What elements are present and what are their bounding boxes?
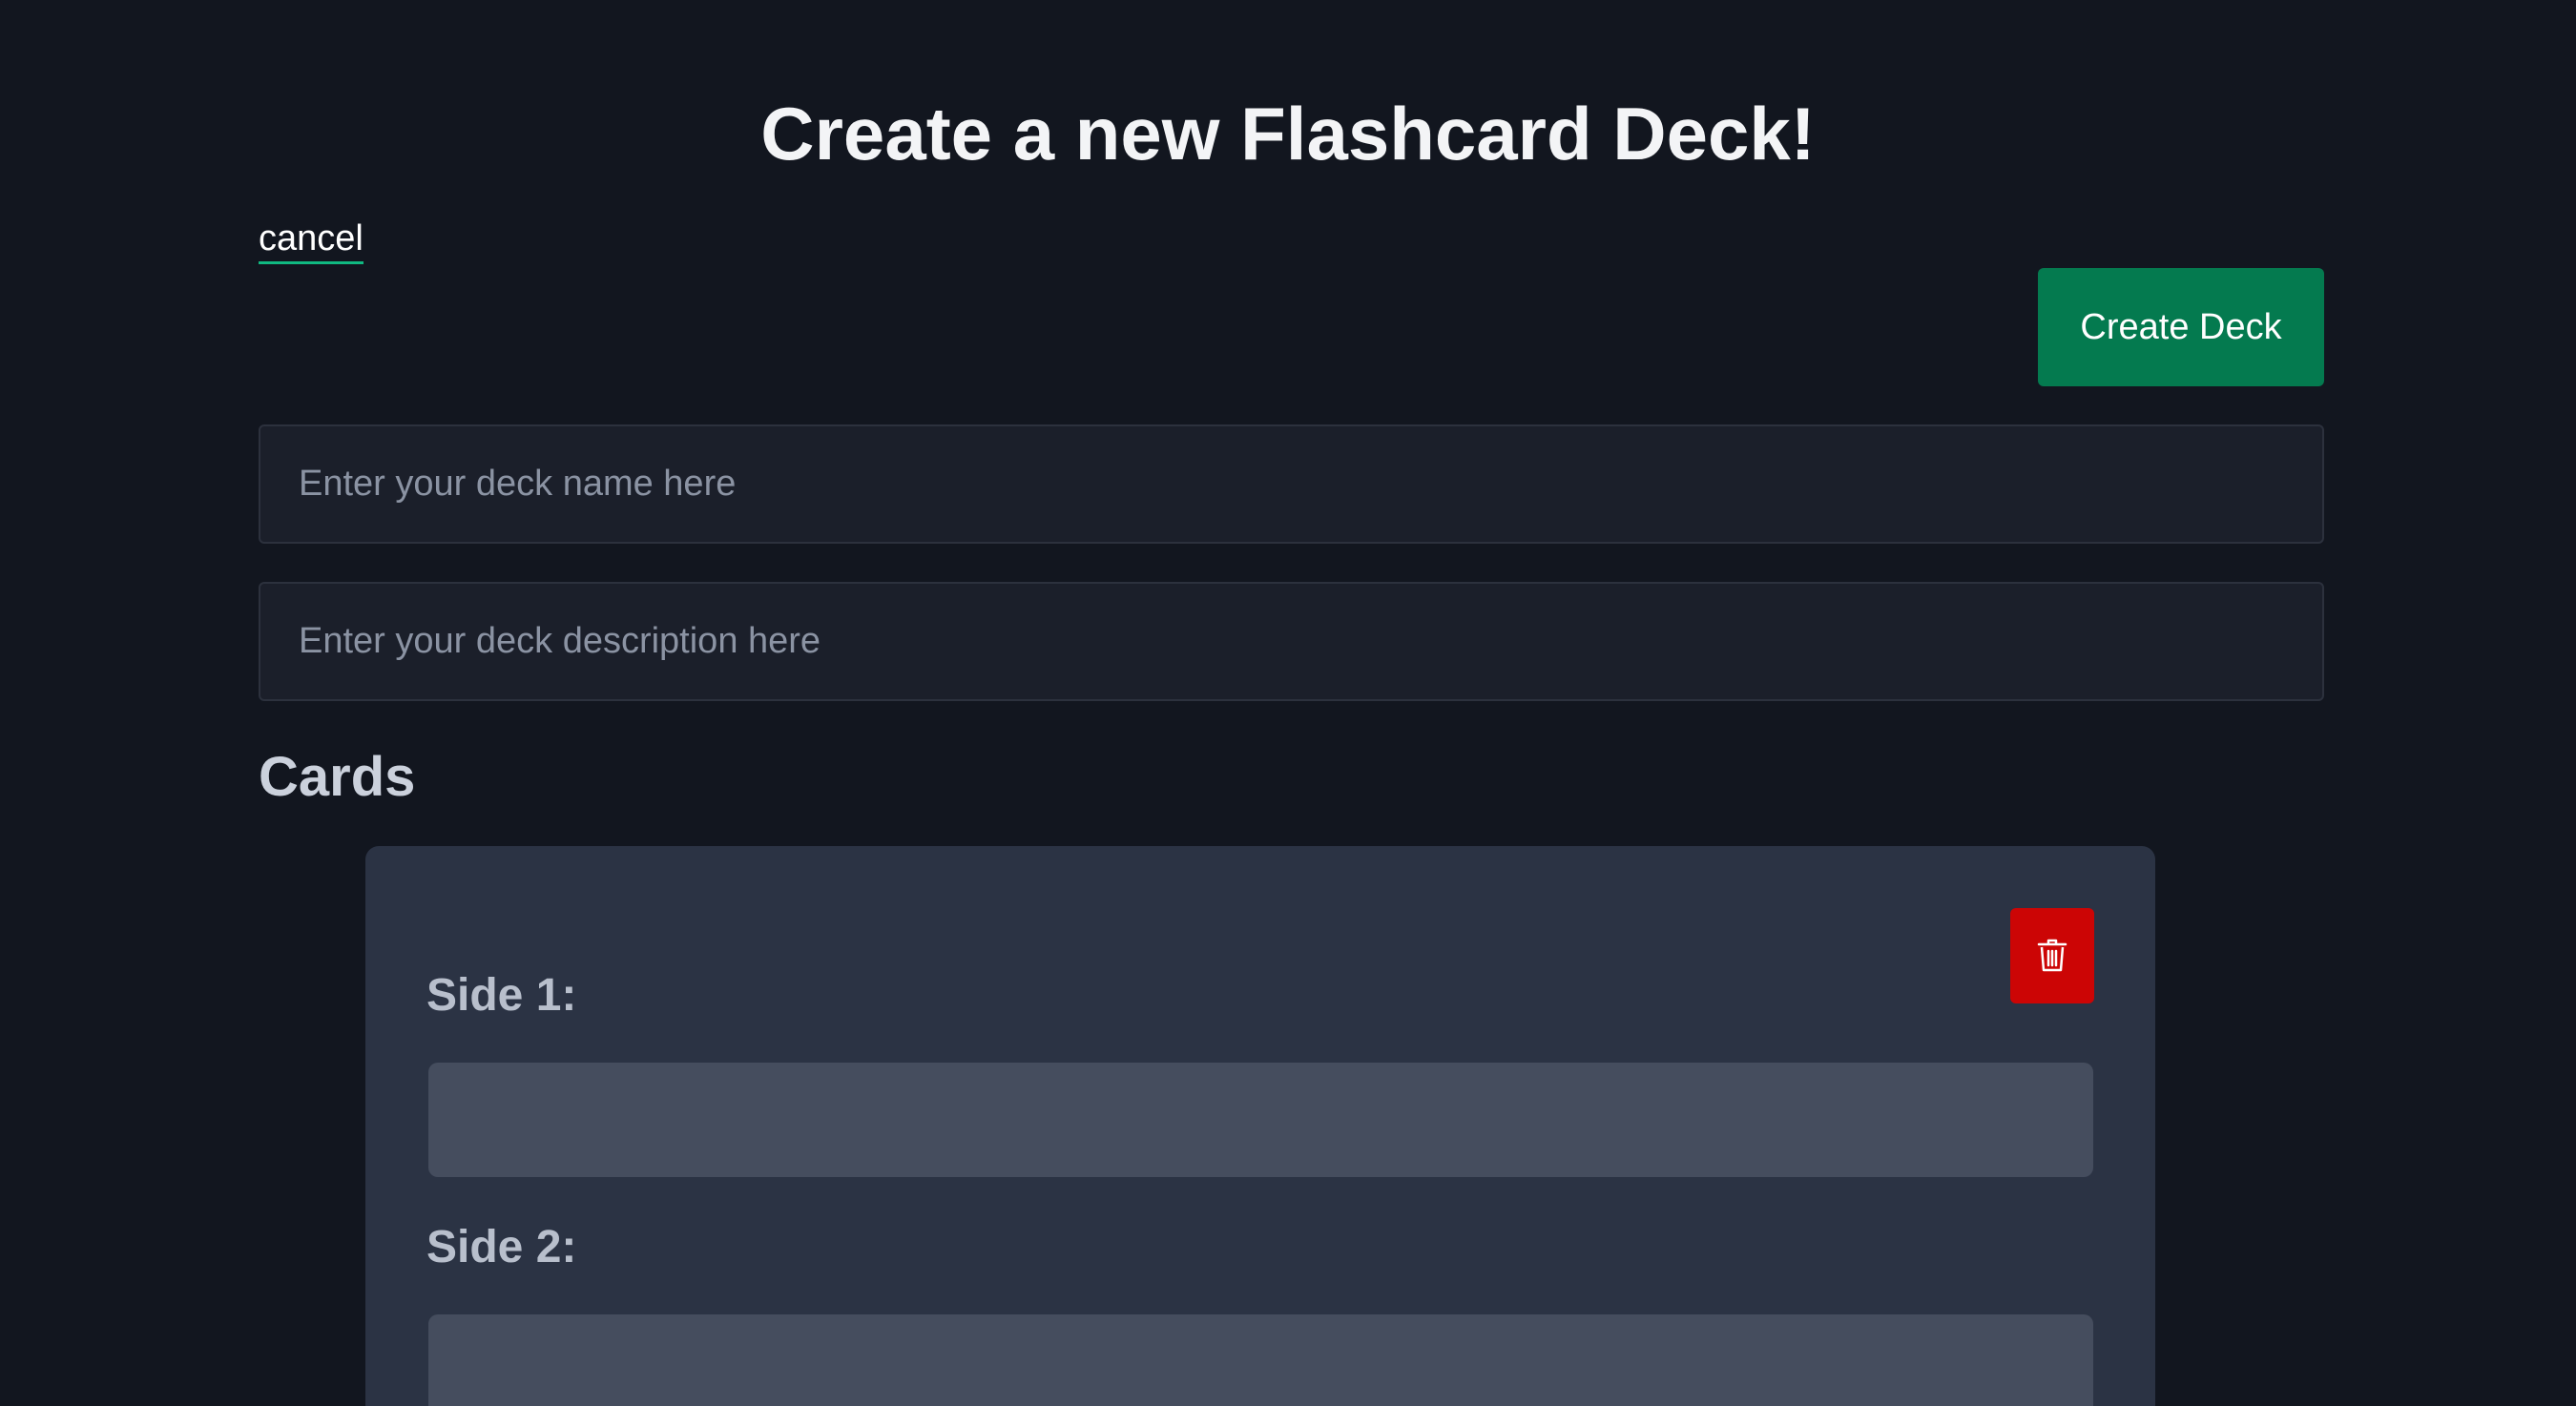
side-1-label: Side 1: [426, 970, 577, 1021]
side-2-label: Side 2: [426, 1222, 577, 1272]
page-title: Create a new Flashcard Deck! [760, 92, 1816, 176]
deck-description-input[interactable] [259, 582, 2324, 701]
deck-name-input[interactable] [259, 424, 2324, 544]
create-deck-button[interactable]: Create Deck [2038, 268, 2324, 386]
cancel-link[interactable]: cancel [259, 216, 364, 264]
create-deck-page: Create a new Flashcard Deck! cancel Crea… [0, 0, 2576, 1406]
delete-card-button[interactable] [2010, 908, 2094, 1003]
flashcard-editor: Side 1: Side 2: [365, 846, 2155, 1406]
side-2-input[interactable] [428, 1314, 2093, 1406]
side-1-input[interactable] [428, 1063, 2093, 1177]
trash-icon [2036, 936, 2068, 977]
cards-section-title: Cards [259, 746, 416, 808]
